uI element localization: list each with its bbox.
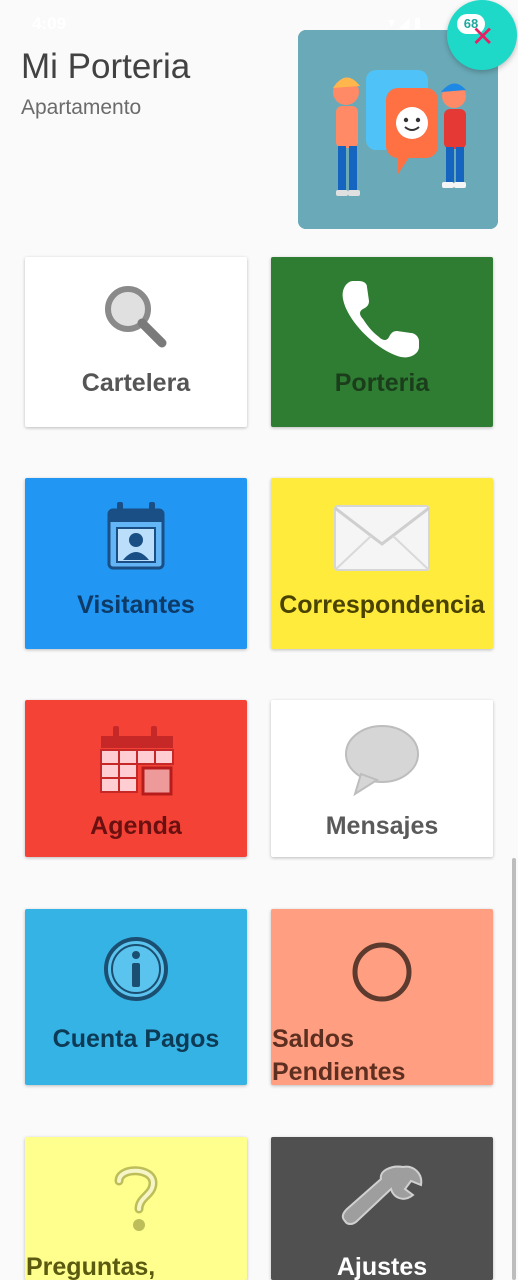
status-icons: ▾ ◢ ▮ <box>388 14 422 30</box>
info-icon <box>104 937 168 1001</box>
tile-label: Preguntas, <box>26 1253 156 1280</box>
question-icon <box>114 1166 158 1231</box>
tile-preguntas[interactable]: Preguntas, <box>25 1137 247 1280</box>
tile-label: Agenda <box>90 812 182 840</box>
wrench-icon <box>341 1165 423 1225</box>
tile-label: Cartelera <box>81 369 191 397</box>
tile-agenda[interactable]: Agenda <box>25 700 247 857</box>
tile-label-line2: Pendientes <box>272 1058 406 1085</box>
chat-bubble-icon <box>345 725 419 797</box>
tile-label: Correspondencia <box>279 591 485 619</box>
tile-porteria[interactable]: Porteria <box>271 257 493 427</box>
tile-visitantes[interactable]: Visitantes <box>25 478 247 649</box>
scrollbar[interactable] <box>512 858 516 1280</box>
tile-label: Cuenta Pagos <box>52 1025 220 1053</box>
tile-label: Porteria <box>334 369 430 397</box>
tile-mensajes[interactable]: Mensajes <box>271 700 493 857</box>
circle-icon <box>352 942 412 1002</box>
close-fab[interactable]: 68 ✕ <box>447 0 517 70</box>
tile-label: Visitantes <box>77 591 195 619</box>
tile-ajustes[interactable]: Ajustes <box>271 1137 493 1280</box>
tile-cartelera[interactable]: Cartelera <box>25 257 247 427</box>
status-time: 4:09 <box>32 14 67 33</box>
tile-label: Mensajes <box>325 812 439 840</box>
app-subtitle: Apartamento <box>21 96 142 119</box>
envelope-icon <box>334 505 430 571</box>
phone-icon <box>342 281 419 358</box>
tile-correspondencia[interactable]: Correspondencia <box>271 478 493 649</box>
tile-label: Ajustes <box>336 1253 428 1280</box>
calendar-icon <box>100 726 174 796</box>
visitor-calendar-icon <box>107 502 165 570</box>
app-screen: 4:09 ▾ ◢ ▮ Mi Porteria Apartamento 68 ✕ … <box>0 0 518 1280</box>
tile-saldos-pendientes[interactable]: Saldos Pendientes <box>271 909 493 1085</box>
app-title: Mi Porteria <box>21 47 191 86</box>
close-icon: ✕ <box>471 21 495 52</box>
search-icon <box>105 286 167 348</box>
tile-cuenta-pagos[interactable]: Cuenta Pagos <box>25 909 247 1085</box>
tile-label-line1: Saldos <box>272 1025 354 1053</box>
